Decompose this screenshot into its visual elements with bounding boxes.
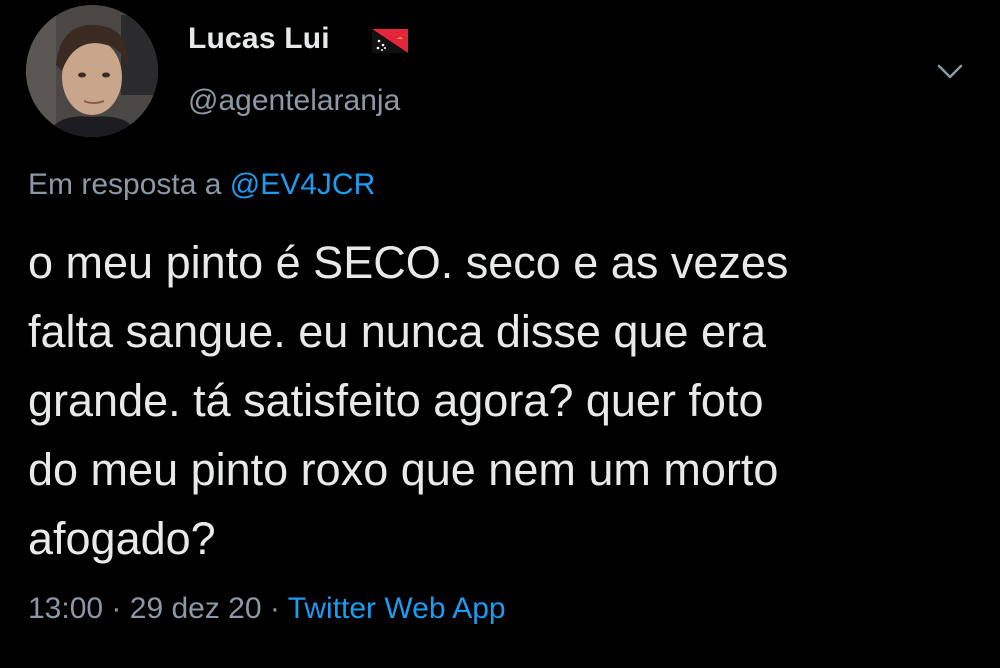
profile-photo-icon [26,5,158,137]
tweet-text-line: grande. tá satisfeito agora? quer foto [28,375,764,426]
tweet-text-line: falta sangue. eu nunca disse que era [28,306,767,357]
tweet-metadata: 13:00 · 29 dez 20 · Twitter Web App [28,592,506,626]
reply-context: Em resposta a @EV4JCR [28,168,375,202]
meta-separator: · [111,592,122,625]
meta-separator: · [269,592,280,625]
tweet-text-line: afogado? [28,513,216,564]
tweet-text-line: do meu pinto roxo que nem um morto [28,444,779,495]
tweet-text: o meu pinto é SECO. seco e as vezes falt… [28,228,978,573]
tweet: Lucas Lui @agentelaranja Em resposta a @… [0,0,1000,668]
display-name[interactable]: Lucas Lui [188,22,330,56]
papua-new-guinea-flag-icon [370,27,410,55]
tweet-date[interactable]: 29 dez 20 [130,592,262,625]
reply-mention-link[interactable]: @EV4JCR [230,168,376,201]
reply-prefix: Em resposta a [28,168,222,201]
avatar[interactable] [26,5,158,137]
tweet-time[interactable]: 13:00 [28,592,103,625]
more-options-chevron-down-icon[interactable] [930,56,970,88]
tweet-source-link[interactable]: Twitter Web App [288,592,506,625]
tweet-text-line: o meu pinto é SECO. seco e as vezes [28,237,789,288]
user-handle[interactable]: @agentelaranja [188,84,400,118]
